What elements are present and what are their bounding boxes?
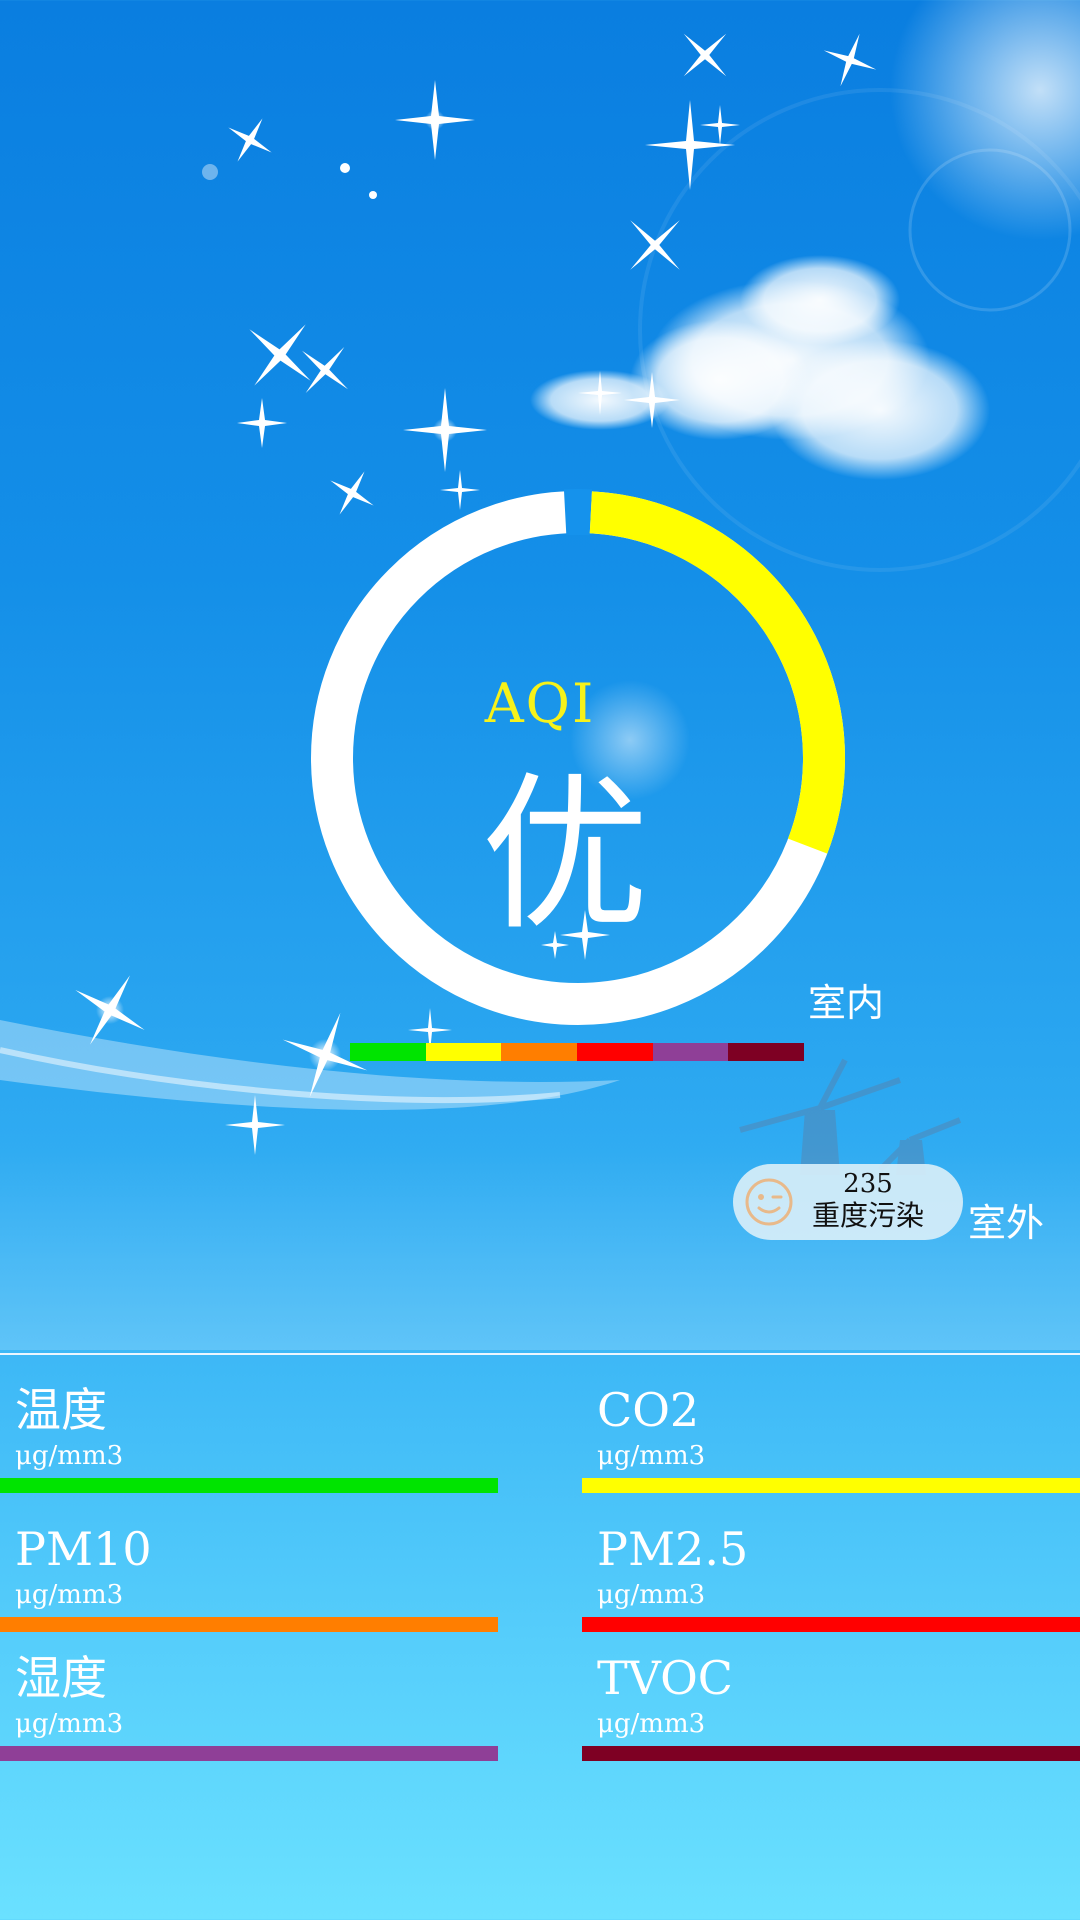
scale-segment-5 [652, 1043, 729, 1061]
metric-name: 温度 [15, 1383, 107, 1437]
metric-unit: μg/mm3 [15, 1580, 124, 1610]
metric-color-bar [582, 1478, 1080, 1493]
metric-color-bar [0, 1478, 498, 1493]
metric-unit: μg/mm3 [597, 1580, 706, 1610]
outdoor-aqi-value: 235 [843, 1169, 893, 1199]
outdoor-label: 室外 [968, 1201, 1045, 1245]
metric-unit: μg/mm3 [15, 1709, 124, 1739]
scale-segment-2 [425, 1043, 502, 1061]
metric-color-bar [582, 1746, 1080, 1761]
metric-name: 湿度 [15, 1651, 107, 1705]
metric-color-bar [0, 1617, 498, 1632]
metric-name: PM2.5 [597, 1522, 749, 1576]
metric-unit: μg/mm3 [597, 1709, 706, 1739]
aqi-title: AQI [484, 672, 596, 735]
scale-segment-3 [501, 1043, 578, 1061]
metric-name: CO2 [597, 1383, 700, 1437]
cloud-illustration [530, 255, 990, 480]
windmill-illustration [739, 1058, 962, 1175]
metric-color-bar [582, 1617, 1080, 1632]
aqi-level-text: 优 [481, 757, 649, 953]
metric-name: PM10 [15, 1522, 152, 1576]
section-divider [0, 1353, 1080, 1355]
indoor-label: 室内 [808, 981, 885, 1025]
metric-unit: μg/mm3 [15, 1441, 124, 1471]
outdoor-aqi-status: 重度污染 [811, 1199, 924, 1232]
scale-segment-4 [577, 1043, 653, 1061]
scale-segment-6 [728, 1043, 805, 1061]
scale-segment-1 [350, 1043, 426, 1061]
metric-unit: μg/mm3 [597, 1441, 706, 1471]
metric-color-bar [0, 1746, 498, 1761]
smiley-wink-icon [745, 1178, 793, 1226]
outdoor-aqi-badge[interactable]: 235 重度污染 [733, 1164, 963, 1240]
metric-name: TVOC [597, 1651, 734, 1705]
aqi-color-scale [350, 1043, 805, 1061]
